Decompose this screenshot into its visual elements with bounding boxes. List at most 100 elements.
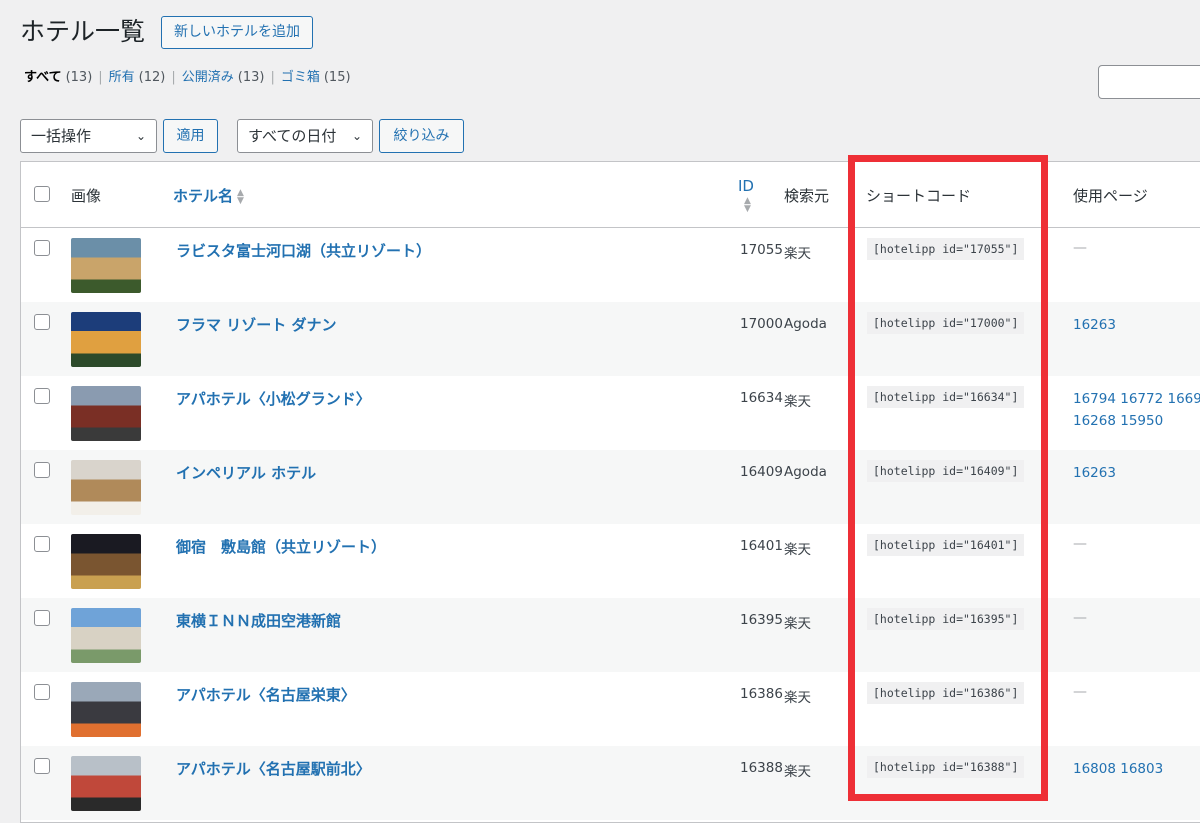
apply-button[interactable]: 適用 (163, 119, 218, 153)
hotel-name-link[interactable]: アパホテル〈小松グランド〉 (176, 388, 371, 409)
row-checkbox[interactable] (34, 536, 50, 552)
filter-separator: | (171, 70, 176, 85)
hotel-name-link[interactable]: 東横ＩＮＮ成田空港新館 (176, 610, 341, 631)
row-checkbox[interactable] (34, 240, 50, 256)
hotel-thumbnail (71, 756, 141, 811)
hotel-id: 16395 (740, 612, 783, 628)
hotel-thumbnail (71, 238, 141, 293)
hotel-source: Agoda (784, 464, 827, 480)
page-title: ホテル一覧 (20, 17, 146, 46)
filter-link[interactable]: 公開済み (182, 70, 234, 85)
hotel-name-link[interactable]: アパホテル〈名古屋駅前北〉 (176, 758, 371, 779)
hotel-source: 楽天 (784, 616, 811, 632)
table-row: アパホテル〈名古屋栄東〉 16386 楽天 [hotelipp id="16386"]… (21, 672, 1200, 746)
hotel-id: 16409 (740, 464, 783, 480)
hotel-id: 16401 (740, 538, 783, 554)
chevron-down-icon: ⌄ (351, 129, 362, 143)
column-image: 画像 (71, 187, 102, 205)
used-pages-links[interactable]: 16794 16772 16699 16268 15950 (1073, 388, 1200, 432)
shortcode-value[interactable]: [hotelipp id="17000"] (867, 312, 1025, 334)
column-source: 検索元 (784, 187, 830, 205)
sort-icon: ▲ ▼ (237, 187, 244, 206)
table-row: アパホテル〈名古屋駅前北〉 16388 楽天 [hotelipp id="16388"… (21, 746, 1200, 820)
used-pages-empty: — (1073, 684, 1087, 700)
status-filter-links: すべて (13) | 所有 (12) | 公開済み (13) | ゴミ箱 (15) (24, 68, 351, 88)
table-row: 御宿 敷島館（共立リゾート） 16401 楽天 [hotelipp id="16401… (21, 524, 1200, 598)
filter-link[interactable]: 所有 (109, 70, 135, 85)
hotel-id: 17000 (740, 316, 783, 332)
table-row: ラビスタ富士河口湖（共立リゾート） 17055 楽天 [hotelipp id="17… (21, 228, 1200, 302)
hotel-id: 17055 (740, 242, 783, 258)
hotel-id: 16386 (740, 686, 783, 702)
date-filter-label: すべての日付 (248, 127, 337, 145)
row-checkbox[interactable] (34, 610, 50, 626)
filter-separator: | (98, 70, 103, 85)
filter-count: (12) (138, 70, 166, 85)
filter-link[interactable]: ゴミ箱 (281, 70, 320, 85)
column-used-pages: 使用ページ (1073, 187, 1148, 205)
hotel-id: 16388 (740, 760, 783, 776)
filter-count: (13) (237, 70, 265, 85)
hotel-thumbnail (71, 386, 141, 441)
row-checkbox[interactable] (34, 462, 50, 478)
table-row: フラマ リゾート ダナン 17000 Agoda [hotelipp id="1700… (21, 302, 1200, 376)
search-input[interactable] (1098, 65, 1200, 99)
filter-count: (13) (65, 70, 93, 85)
row-checkbox[interactable] (34, 314, 50, 330)
column-hotel-name[interactable]: ホテル名 ▲ ▼ (173, 185, 244, 206)
row-checkbox[interactable] (34, 758, 50, 774)
hotel-id: 16634 (740, 390, 783, 406)
hotel-thumbnail (71, 460, 141, 515)
hotel-name-link[interactable]: フラマ リゾート ダナン (176, 314, 336, 335)
filter-link[interactable]: すべて (24, 70, 62, 85)
shortcode-value[interactable]: [hotelipp id="16401"] (867, 534, 1025, 556)
hotel-source: 楽天 (784, 542, 811, 558)
hotel-name-link[interactable]: 御宿 敷島館（共立リゾート） (176, 536, 386, 557)
shortcode-value[interactable]: [hotelipp id="16634"] (867, 386, 1025, 408)
shortcode-value[interactable]: [hotelipp id="16388"] (867, 756, 1025, 778)
bulk-action-select[interactable]: 一括操作 ⌄ (20, 119, 157, 153)
column-hotel-name-label: ホテル名 (173, 187, 234, 205)
bulk-action-label: 一括操作 (31, 127, 92, 145)
used-pages-empty: — (1073, 536, 1087, 552)
filter-button[interactable]: 絞り込み (379, 119, 464, 153)
row-checkbox[interactable] (34, 388, 50, 404)
used-pages-links[interactable]: 16263 (1073, 314, 1200, 336)
hotel-source: 楽天 (784, 394, 811, 410)
hotel-name-link[interactable]: ラビスタ富士河口湖（共立リゾート） (176, 240, 431, 261)
column-id[interactable]: ID ▲ ▼ (738, 177, 754, 213)
table-row: 東横ＩＮＮ成田空港新館 16395 楽天 [hotelipp id="16395"] — (21, 598, 1200, 672)
used-pages-links[interactable]: 16808 16803 (1073, 758, 1200, 780)
used-pages-links[interactable]: 16263 (1073, 462, 1200, 484)
filter-separator: | (270, 70, 275, 85)
date-filter-select[interactable]: すべての日付 ⌄ (237, 119, 373, 153)
shortcode-value[interactable]: [hotelipp id="16409"] (867, 460, 1025, 482)
shortcode-value[interactable]: [hotelipp id="16386"] (867, 682, 1025, 704)
hotel-list-table: 画像 ホテル名 ▲ ▼ ID ▲ ▼ 検索元 ショートコード 使用ページ ラビスタ富士… (20, 161, 1200, 823)
hotel-name-link[interactable]: アパホテル〈名古屋栄東〉 (176, 684, 356, 705)
table-row: アパホテル〈小松グランド〉 16634 楽天 [hotelipp id="16634"… (21, 376, 1200, 450)
used-pages-empty: — (1073, 610, 1087, 626)
row-checkbox[interactable] (34, 684, 50, 700)
hotel-thumbnail (71, 312, 141, 367)
sort-icon: ▲ ▼ (744, 195, 751, 214)
add-new-hotel-button[interactable]: 新しいホテルを追加 (161, 16, 313, 49)
hotel-source: 楽天 (784, 246, 811, 262)
select-all-checkbox[interactable] (34, 186, 50, 202)
shortcode-value[interactable]: [hotelipp id="16395"] (867, 608, 1025, 630)
used-pages-empty: — (1073, 240, 1087, 256)
table-row: インペリアル ホテル 16409 Agoda [hotelipp id="16409"… (21, 450, 1200, 524)
hotel-source: Agoda (784, 316, 827, 332)
column-shortcode: ショートコード (866, 187, 972, 205)
hotel-thumbnail (71, 608, 141, 663)
hotel-source: 楽天 (784, 764, 811, 780)
chevron-down-icon: ⌄ (135, 129, 146, 143)
hotel-thumbnail (71, 682, 141, 737)
shortcode-value[interactable]: [hotelipp id="17055"] (867, 238, 1025, 260)
table-header: 画像 ホテル名 ▲ ▼ ID ▲ ▼ 検索元 ショートコード 使用ページ (21, 162, 1200, 228)
hotel-thumbnail (71, 534, 141, 589)
filter-count: (15) (323, 70, 351, 85)
column-id-label: ID (738, 177, 754, 195)
hotel-source: 楽天 (784, 690, 811, 706)
hotel-name-link[interactable]: インペリアル ホテル (176, 462, 316, 483)
